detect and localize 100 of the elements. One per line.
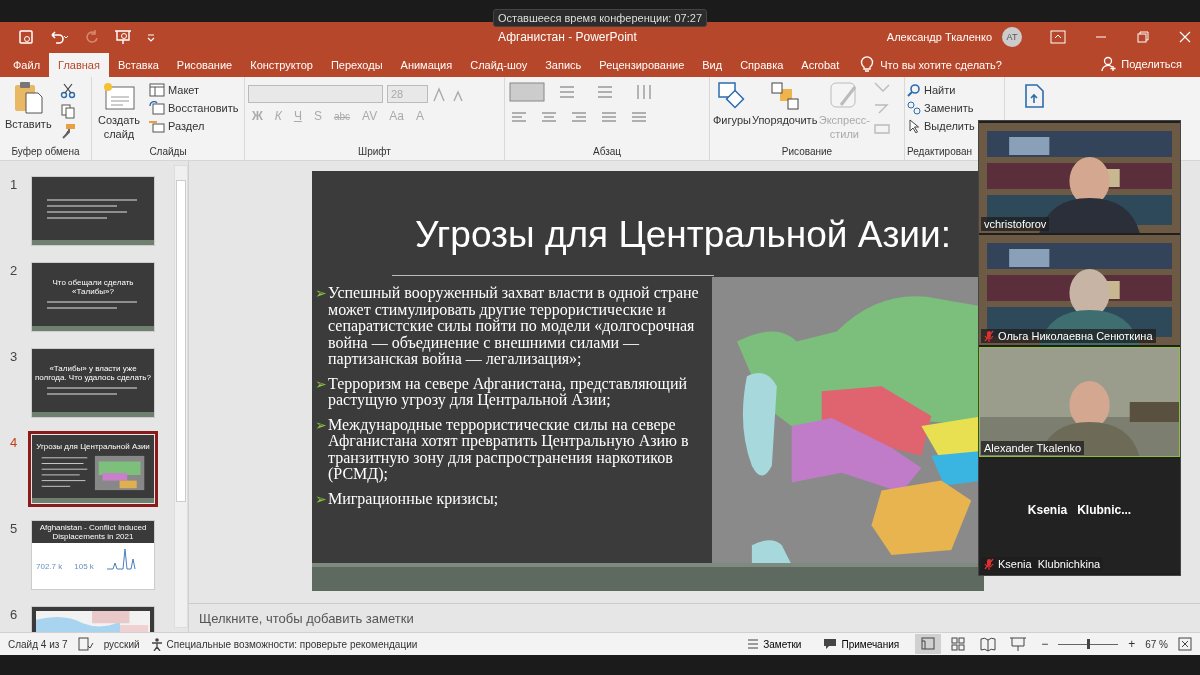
thumbnail-title: «Талибы» у власти уже полгода. Что удалось сделать? <box>34 364 152 382</box>
slide-number: 5 <box>10 521 19 536</box>
slide-number: 4 <box>10 435 19 450</box>
bullet-mark: ➢ <box>315 490 327 508</box>
comment-icon <box>823 638 838 650</box>
thumbnail-title: Afghanistan - Conflict Induced Displacements in 2021 <box>32 521 154 543</box>
video-tile[interactable]: vchristoforov <box>979 123 1180 233</box>
ribbon-tab[interactable]: Анимация <box>391 53 462 77</box>
restore-icon[interactable] <box>1136 30 1150 44</box>
group-label: Рисование <box>780 146 834 159</box>
bullet-text: Успешный вооруженный захват власти в одной стране может стимулировать другие террористические и сепаратистские силы пойти по модели «долгосрочная война — объединение с внешними силами — партизанская война — легализация»; <box>328 285 700 368</box>
group-label: Буфер обмена <box>10 146 81 159</box>
lightbulb-icon <box>860 55 875 73</box>
language-label[interactable]: русский <box>103 638 140 650</box>
clipboard-icon <box>13 81 44 115</box>
ribbon-tab[interactable]: Вид <box>693 53 732 77</box>
video-tile[interactable]: Alexander Tkalenko <box>979 347 1180 457</box>
replace-icon <box>907 101 921 115</box>
zoom-level[interactable]: 67 % <box>1145 638 1168 650</box>
paste-button[interactable]: Вставить <box>3 79 54 133</box>
slide-thumbnail[interactable]: Afghanistan - Conflict Induced Displacements in 2021 702.7 k 105 k <box>32 521 154 589</box>
fit-slide-icon[interactable] <box>1178 637 1192 651</box>
arrange-button[interactable]: Упорядочить <box>751 79 818 129</box>
bullet-mark: ➢ <box>315 416 327 435</box>
copy-icon[interactable] <box>59 103 76 119</box>
accessibility-status[interactable]: Специальные возможности: проверьте рекомендации <box>166 638 418 650</box>
person-add-icon <box>1101 56 1118 72</box>
slide-thumbnail[interactable]: «Талибы» у власти уже полгода. Что удалось сделать? <box>32 349 154 417</box>
ribbon-tab[interactable]: Слайд-шоу <box>461 53 537 77</box>
pointer-icon <box>907 119 921 133</box>
conference-timer: Оставшееся время конференции: 07:27 <box>493 9 707 27</box>
reset-button[interactable]: Восстановить <box>149 101 239 115</box>
user-avatar[interactable]: AT <box>1002 27 1022 47</box>
zoom-in-button[interactable]: + <box>1128 637 1136 651</box>
participant-name: Ksenia Klubnic... <box>1026 503 1133 517</box>
new-slide-icon <box>102 81 136 111</box>
find-button[interactable]: Найти <box>907 83 956 97</box>
ribbon-tab[interactable]: Справка <box>731 53 793 77</box>
ribbon-tab[interactable]: Переходы <box>321 53 392 77</box>
layout-button[interactable]: Макет <box>149 83 200 97</box>
slide-number: 2 <box>10 263 19 278</box>
ribbon-tab[interactable]: Вставка <box>108 53 168 77</box>
scissors-icon[interactable] <box>59 83 76 99</box>
ribbon-tab[interactable]: Рецензирование <box>590 53 694 77</box>
muted-mic-icon <box>984 558 994 570</box>
window-title: Афганистан - PowerPoint <box>498 30 637 44</box>
group-label: Абзац <box>591 146 623 159</box>
share-file-icon[interactable] <box>1024 83 1046 109</box>
select-button[interactable]: Выделить <box>907 119 975 133</box>
ribbon-tab[interactable]: Главная <box>49 53 109 77</box>
share-button[interactable]: Поделиться <box>1095 55 1188 73</box>
replace-button[interactable]: Заменить <box>907 101 974 115</box>
reset-icon <box>149 101 165 115</box>
save-icon[interactable] <box>18 29 34 45</box>
ribbon-tab[interactable]: Рисование <box>167 53 242 77</box>
shapes-icon <box>716 81 747 111</box>
ribbon-tab[interactable]: Acrobat <box>792 53 849 77</box>
spell-check-icon[interactable] <box>77 637 94 651</box>
notes-icon <box>747 638 760 650</box>
participant-name: vchristoforov <box>984 218 1047 230</box>
zoom-out-button[interactable]: − <box>1041 637 1049 651</box>
slide-thumbnail[interactable] <box>32 177 154 245</box>
undo-icon[interactable] <box>48 29 70 45</box>
ribbon-display-icon[interactable] <box>1050 30 1066 44</box>
notes-placeholder[interactable]: Щелкните, чтобы добавить заметки <box>199 610 414 626</box>
ribbon-tab[interactable]: Файл <box>4 53 50 77</box>
ribbon-tab[interactable]: Конструктор <box>241 53 322 77</box>
new-slide-button[interactable]: Создать слайд <box>95 79 143 143</box>
bullet-mark: ➢ <box>315 285 327 303</box>
close-icon[interactable] <box>1178 30 1192 44</box>
thumbnail-figure: 105 k <box>74 562 94 571</box>
bullet-text: Международные террористические силы на севере Афганистана хотят превратить Центральную Азию в транзитную зону для распространения наркотиков (РСМД); <box>328 416 690 483</box>
shapes-button[interactable]: Фигуры <box>713 79 751 129</box>
group-label: Шрифт <box>357 146 392 159</box>
slide-number: 1 <box>10 177 19 192</box>
group-label: Слайды <box>148 146 188 159</box>
normal-view-icon[interactable] <box>915 634 942 654</box>
section-icon <box>149 119 165 133</box>
bullet-text: Миграционные кризисы; <box>328 490 499 508</box>
section-button[interactable]: Раздел <box>149 119 205 133</box>
presenter-icon[interactable] <box>114 29 132 45</box>
thumbnail-scrollbar[interactable] <box>174 165 188 628</box>
group-label: Редактирован <box>907 146 974 159</box>
bullet-text: Терроризм на севере Афганистана, представляющий растущую угрозу для Центральной Азии; <box>328 375 688 409</box>
thumbnail-title: Угрозы для Центральной Азии <box>36 441 150 451</box>
ribbon-tab[interactable]: Запись <box>536 53 591 77</box>
bullet-mark: ➢ <box>315 375 327 394</box>
slide-thumbnail[interactable]: Что обещали сделать «Талибы»? <box>32 263 154 331</box>
font-name-field[interactable] <box>248 85 383 103</box>
participant-name: Alexander Tkalenko <box>984 442 1082 454</box>
slide-number: 6 <box>10 607 19 622</box>
search-icon <box>907 83 921 97</box>
tell-me-search[interactable]: Что вы хотите сделать? <box>880 59 1002 71</box>
slide-title: Угрозы для Центральной Азии: <box>414 213 952 257</box>
comments-button[interactable]: Примечания <box>817 638 906 650</box>
participant-name: Ksenia Klubnichkina <box>998 558 1101 570</box>
arrange-icon <box>769 81 800 111</box>
slide-counter: Слайд 4 из 7 <box>8 638 68 650</box>
accessibility-icon[interactable] <box>149 637 164 651</box>
notes-button[interactable]: Заметки <box>741 638 808 650</box>
